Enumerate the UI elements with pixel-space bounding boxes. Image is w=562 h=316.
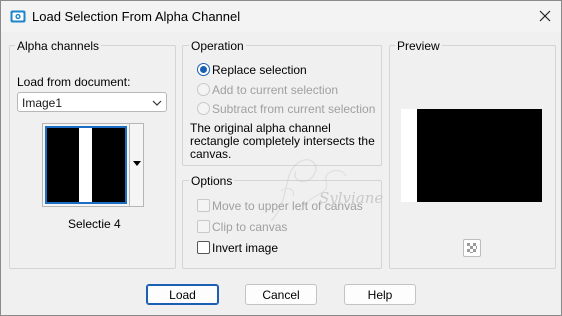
preview-legend: Preview [395, 39, 442, 53]
move-to-upper-left-label[interactable]: Move to upper left of canvas [212, 199, 363, 213]
alpha-channel-thumbnail-picker[interactable] [42, 123, 144, 207]
clip-to-canvas-checkbox[interactable] [197, 220, 210, 233]
triangle-down-icon [133, 161, 141, 166]
clip-to-canvas-label[interactable]: Clip to canvas [212, 220, 287, 234]
help-button[interactable]: Help [344, 284, 416, 305]
replace-selection-radio[interactable] [197, 63, 210, 76]
add-to-selection-radio[interactable] [197, 83, 210, 96]
thumbnail-white-stripe [79, 128, 92, 202]
replace-selection-label[interactable]: Replace selection [212, 63, 307, 77]
invert-image-label[interactable]: Invert image [212, 241, 278, 255]
camera-icon [10, 9, 26, 24]
checkerboard-icon[interactable] [463, 239, 481, 257]
load-button[interactable]: Load [146, 284, 219, 305]
document-select-value: Image1 [22, 96, 63, 110]
alpha-channels-legend: Alpha channels [15, 39, 102, 53]
subtract-from-selection-label[interactable]: Subtract from current selection [212, 102, 375, 116]
selection-name: Selectie 4 [68, 217, 121, 231]
title-bar: Load Selection From Alpha Channel [1, 1, 561, 32]
cancel-button[interactable]: Cancel [245, 284, 317, 305]
subtract-from-selection-radio[interactable] [197, 102, 210, 115]
load-from-label-text: Load from document: [17, 75, 131, 89]
move-to-upper-left-checkbox[interactable] [197, 199, 210, 212]
add-to-selection-label[interactable]: Add to current selection [212, 83, 338, 97]
close-icon[interactable] [532, 4, 558, 28]
operation-legend: Operation [189, 39, 246, 53]
window-title: Load Selection From Alpha Channel [32, 9, 241, 24]
preview-white-strip [401, 109, 417, 202]
operation-info-text: The original alpha channel rectangle com… [190, 121, 375, 161]
invert-image-checkbox[interactable] [197, 241, 210, 254]
dialog-window: Load Selection From Alpha Channel Alpha … [0, 0, 562, 316]
document-select[interactable]: Image1 [17, 92, 167, 112]
options-legend: Options [189, 174, 235, 188]
preview-image [401, 109, 542, 202]
alpha-channel-thumbnail[interactable] [45, 126, 127, 204]
thumbnail-dropdown-button[interactable] [129, 124, 143, 206]
load-from-document-label: Load from document: [17, 75, 130, 89]
chevron-down-icon [152, 97, 162, 107]
